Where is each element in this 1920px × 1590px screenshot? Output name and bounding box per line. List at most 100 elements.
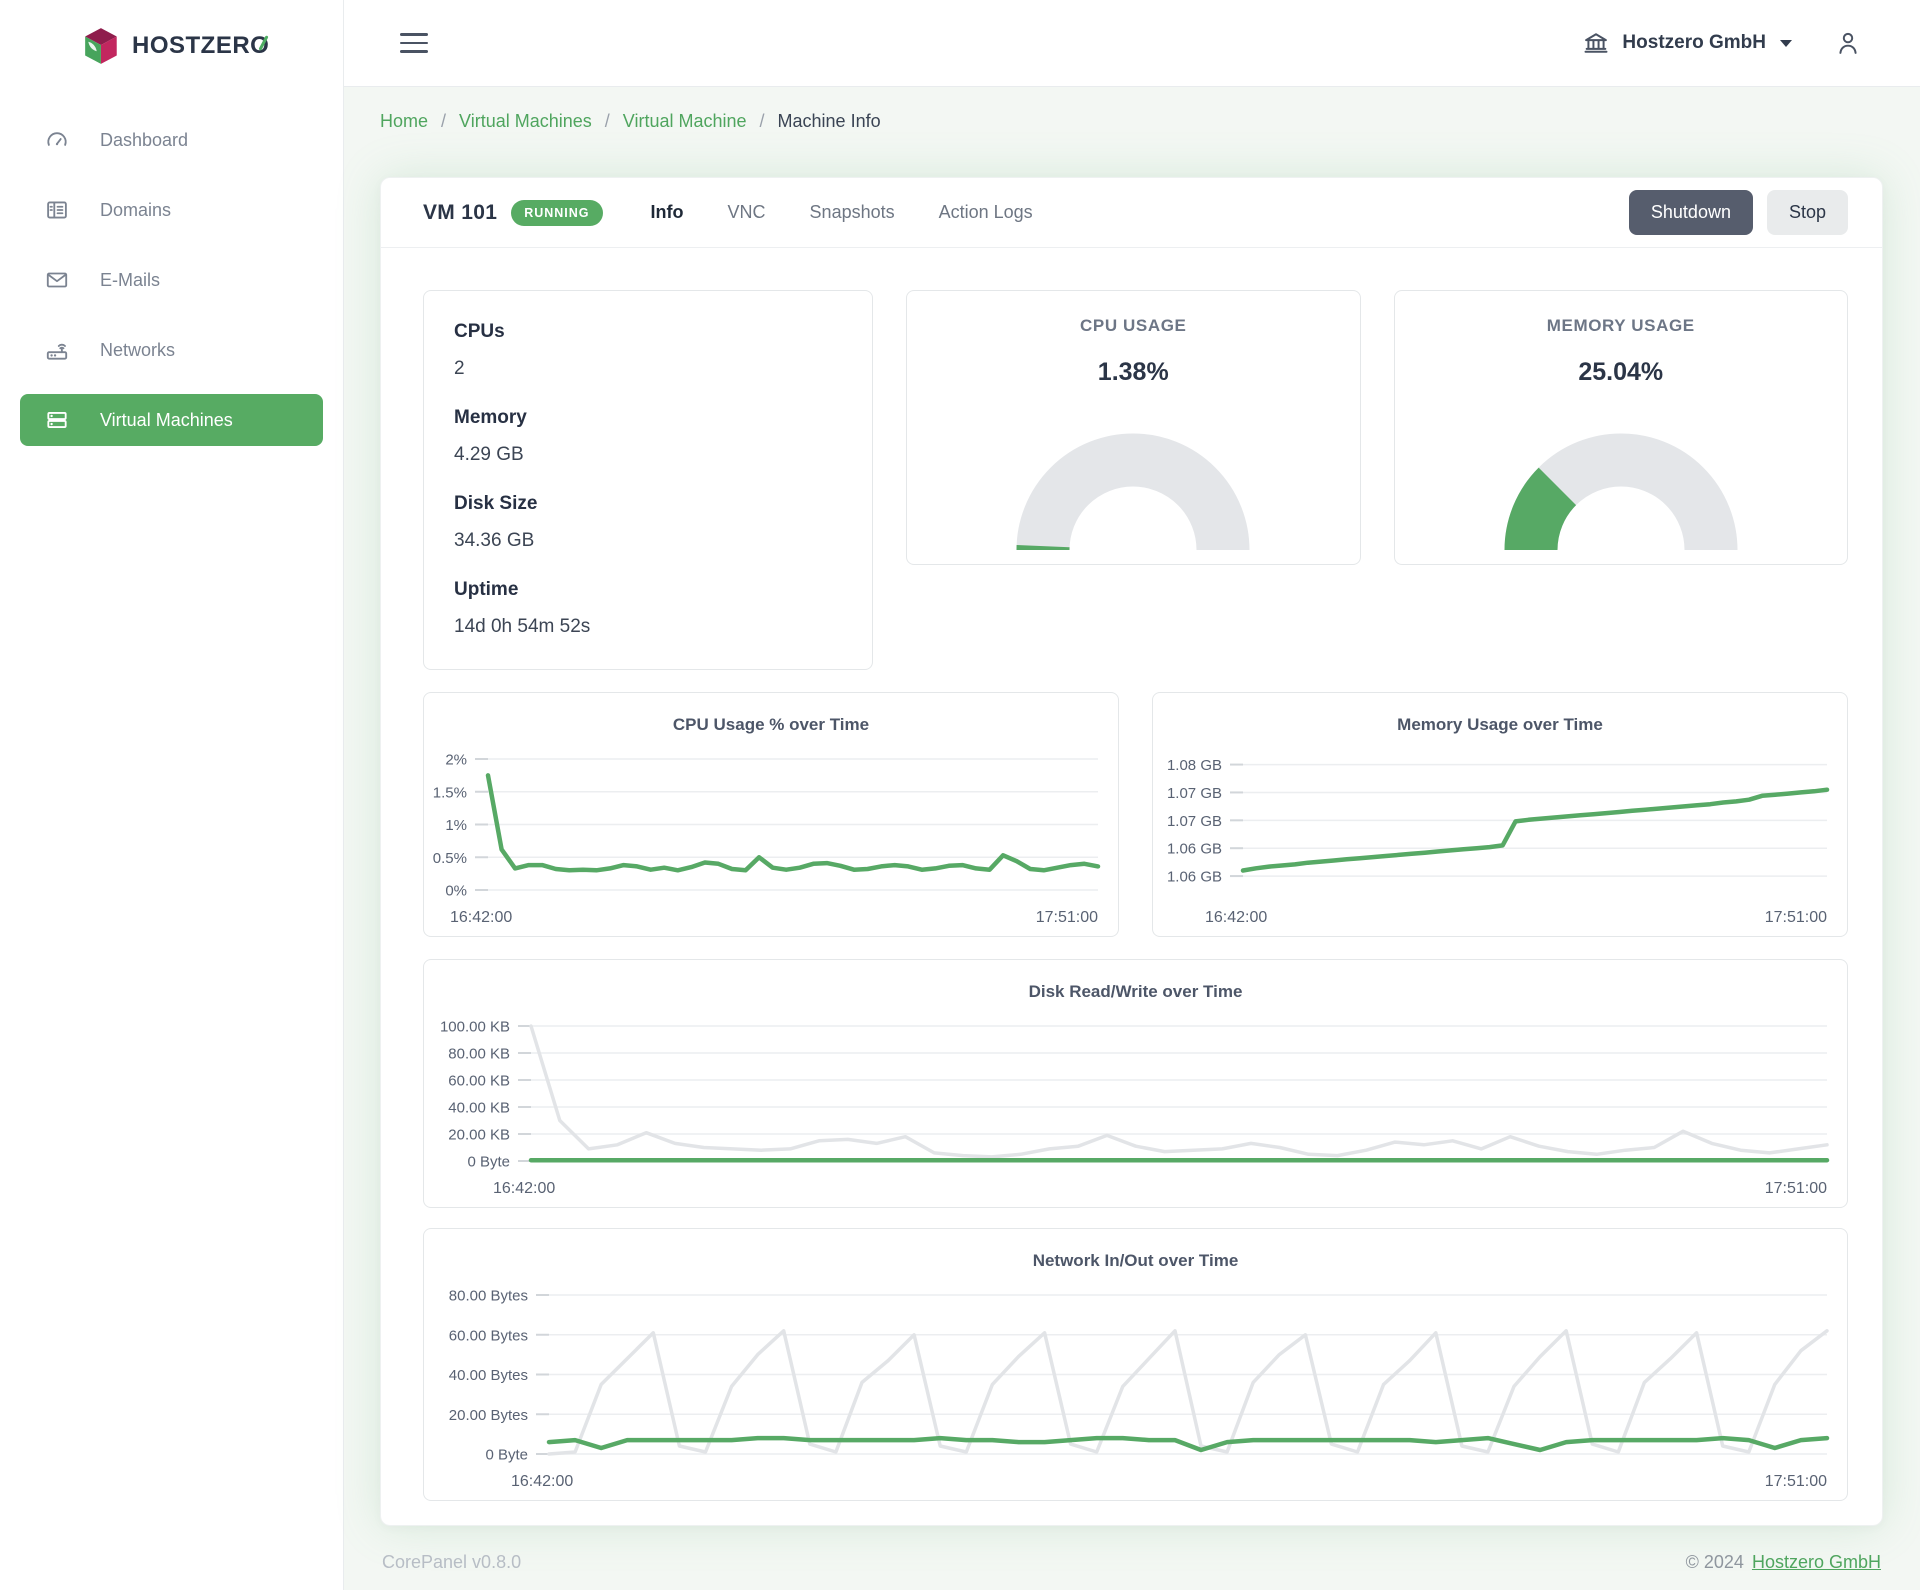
info-value: 14d 0h 54m 52s (454, 616, 842, 638)
footer-version: CorePanel v0.8.0 (382, 1552, 521, 1573)
info-label: CPUs (454, 321, 842, 343)
breadcrumb-separator: / (441, 111, 446, 132)
info-label: Disk Size (454, 493, 842, 515)
chart-plot: 80.00 Bytes 60.00 Bytes 40.00 Bytes 20.00 B… (424, 1229, 1847, 1500)
svg-text:60.00 Bytes: 60.00 Bytes (449, 1327, 528, 1344)
breadcrumb-link[interactable]: Virtual Machine (623, 111, 747, 132)
svg-text:0.5%: 0.5% (433, 850, 467, 867)
bank-icon (1582, 29, 1610, 57)
sidebar-item-label: Domains (100, 200, 171, 221)
svg-text:40.00 KB: 40.00 KB (448, 1100, 510, 1117)
svg-text:100.00 KB: 100.00 KB (440, 1019, 510, 1036)
vm-panel-body: CPUs 2 Memory 4.29 GB Disk Size 34.36 GB Uptim… (381, 248, 1882, 1525)
status-badge: RUNNING (511, 200, 602, 226)
sidebar-item-dashboard[interactable]: Dashboard (20, 114, 323, 166)
main-area: Hostzero GmbH Home / Virtual Machines / Virt… (344, 0, 1920, 1590)
networks-icon (44, 337, 70, 363)
sidebar-item-label: Networks (100, 340, 175, 361)
shutdown-button[interactable]: Shutdown (1629, 190, 1753, 235)
sidebar-item-virtual-machines[interactable]: Virtual Machines (20, 394, 323, 446)
memory-usage-chart: Memory Usage over Time1.08 GB1.07 GB1.07… (1152, 692, 1848, 937)
breadcrumb: Home / Virtual Machines / Virtual Machine / Ma… (380, 101, 1883, 141)
info-value: 4.29 GB (454, 444, 842, 466)
tab-snapshots[interactable]: Snapshots (810, 202, 895, 223)
app-root: HOSTZERO Dashboard Domains E-Mails Networks… (0, 0, 1920, 1590)
org-name: Hostzero GmbH (1622, 32, 1766, 54)
emails-icon (44, 267, 70, 293)
svg-text:16:42:00: 16:42:00 (493, 1180, 555, 1197)
svg-text:0%: 0% (445, 883, 467, 900)
footer-brand-link[interactable]: Hostzero GmbH (1752, 1552, 1881, 1573)
breadcrumb-link[interactable]: Home (380, 111, 428, 132)
vm-actions: Shutdown Stop (1629, 190, 1848, 235)
footer: CorePanel v0.8.0 © 2024 Hostzero GmbH (380, 1526, 1883, 1590)
gauge-value: 25.04% (1395, 358, 1848, 387)
footer-copyright: © 2024 (1686, 1552, 1744, 1573)
info-value: 2 (454, 358, 842, 380)
brand-name: HOSTZERO (132, 32, 269, 60)
gauge-title: CPU USAGE (907, 316, 1360, 336)
sidebar-nav: Dashboard Domains E-Mails Networks Virtual M… (0, 114, 343, 446)
svg-text:17:51:00: 17:51:00 (1036, 909, 1098, 926)
svg-text:0 Byte: 0 Byte (485, 1447, 528, 1464)
sidebar-item-e-mails[interactable]: E-Mails (20, 254, 323, 306)
svg-text:16:42:00: 16:42:00 (1205, 909, 1267, 926)
info-value: 34.36 GB (454, 530, 842, 552)
sidebar-item-label: Dashboard (100, 130, 188, 151)
user-menu[interactable] (1834, 28, 1862, 58)
cpu-usage-gauge: CPU USAGE 1.38% (906, 290, 1361, 565)
vm-tabs: Info VNC Snapshots Action Logs (651, 202, 1033, 223)
chevron-down-icon (1780, 40, 1792, 47)
breadcrumb-separator: / (760, 111, 765, 132)
breadcrumb-current: Machine Info (778, 111, 881, 132)
svg-text:16:42:00: 16:42:00 (511, 1473, 573, 1490)
stop-button[interactable]: Stop (1767, 190, 1848, 235)
vms-icon (44, 407, 70, 433)
sidebar: HOSTZERO Dashboard Domains E-Mails Networks… (0, 0, 344, 1590)
breadcrumb-separator: / (605, 111, 610, 132)
svg-text:1.06 GB: 1.06 GB (1167, 841, 1222, 858)
info-field: Uptime 14d 0h 54m 52s (454, 579, 842, 638)
gauge-value: 1.38% (907, 358, 1360, 387)
svg-text:17:51:00: 17:51:00 (1765, 1180, 1827, 1197)
svg-text:40.00 Bytes: 40.00 Bytes (449, 1367, 528, 1384)
gauge-title: MEMORY USAGE (1395, 316, 1848, 336)
chart-plot: 2%1.5%1%0.5%0%16:42:0017:51:00 (424, 693, 1118, 936)
svg-text:1.5%: 1.5% (433, 784, 467, 801)
vm-info-card: CPUs 2 Memory 4.29 GB Disk Size 34.36 GB Uptim… (423, 290, 873, 670)
disk-io-chart: Disk Read/Write over Time100.00 KB80.00 … (423, 959, 1848, 1208)
tab-action-logs[interactable]: Action Logs (939, 202, 1033, 223)
info-label: Uptime (454, 579, 842, 601)
org-switcher[interactable]: Hostzero GmbH (1582, 29, 1792, 57)
info-field: Disk Size 34.36 GB (454, 493, 842, 552)
gauge-arc (1478, 410, 1764, 556)
info-label: Memory (454, 407, 842, 429)
svg-text:1.07 GB: 1.07 GB (1167, 785, 1222, 802)
page-content: Home / Virtual Machines / Virtual Machine / Ma… (344, 87, 1920, 1590)
sidebar-item-label: E-Mails (100, 270, 160, 291)
svg-text:17:51:00: 17:51:00 (1765, 909, 1827, 926)
hostzero-cube-icon (82, 26, 120, 66)
vm-panel-header: VM 101 RUNNING Info VNC Snapshots Action Lo… (381, 178, 1882, 248)
user-icon (1834, 28, 1862, 58)
memory-usage-gauge: MEMORY USAGE 25.04% (1394, 290, 1849, 565)
gauge-arc (990, 410, 1276, 556)
svg-text:80.00 KB: 80.00 KB (448, 1046, 510, 1063)
svg-text:20.00 Bytes: 20.00 Bytes (449, 1407, 528, 1424)
svg-text:0 Byte: 0 Byte (467, 1154, 510, 1171)
menu-toggle-icon[interactable] (400, 33, 428, 53)
sidebar-item-networks[interactable]: Networks (20, 324, 323, 376)
breadcrumb-link[interactable]: Virtual Machines (459, 111, 592, 132)
dashboard-icon (44, 127, 70, 153)
svg-text:1.07 GB: 1.07 GB (1167, 813, 1222, 830)
brand-logo[interactable]: HOSTZERO (0, 0, 343, 66)
svg-text:80.00 Bytes: 80.00 Bytes (449, 1288, 528, 1305)
cpu-usage-chart: CPU Usage % over Time2%1.5%1%0.5%0%16:42… (423, 692, 1119, 937)
vm-title: VM 101 (423, 201, 497, 225)
svg-text:1%: 1% (445, 817, 467, 834)
svg-text:20.00 KB: 20.00 KB (448, 1127, 510, 1144)
sidebar-item-label: Virtual Machines (100, 410, 233, 431)
tab-info[interactable]: Info (651, 202, 684, 223)
sidebar-item-domains[interactable]: Domains (20, 184, 323, 236)
tab-vnc[interactable]: VNC (728, 202, 766, 223)
